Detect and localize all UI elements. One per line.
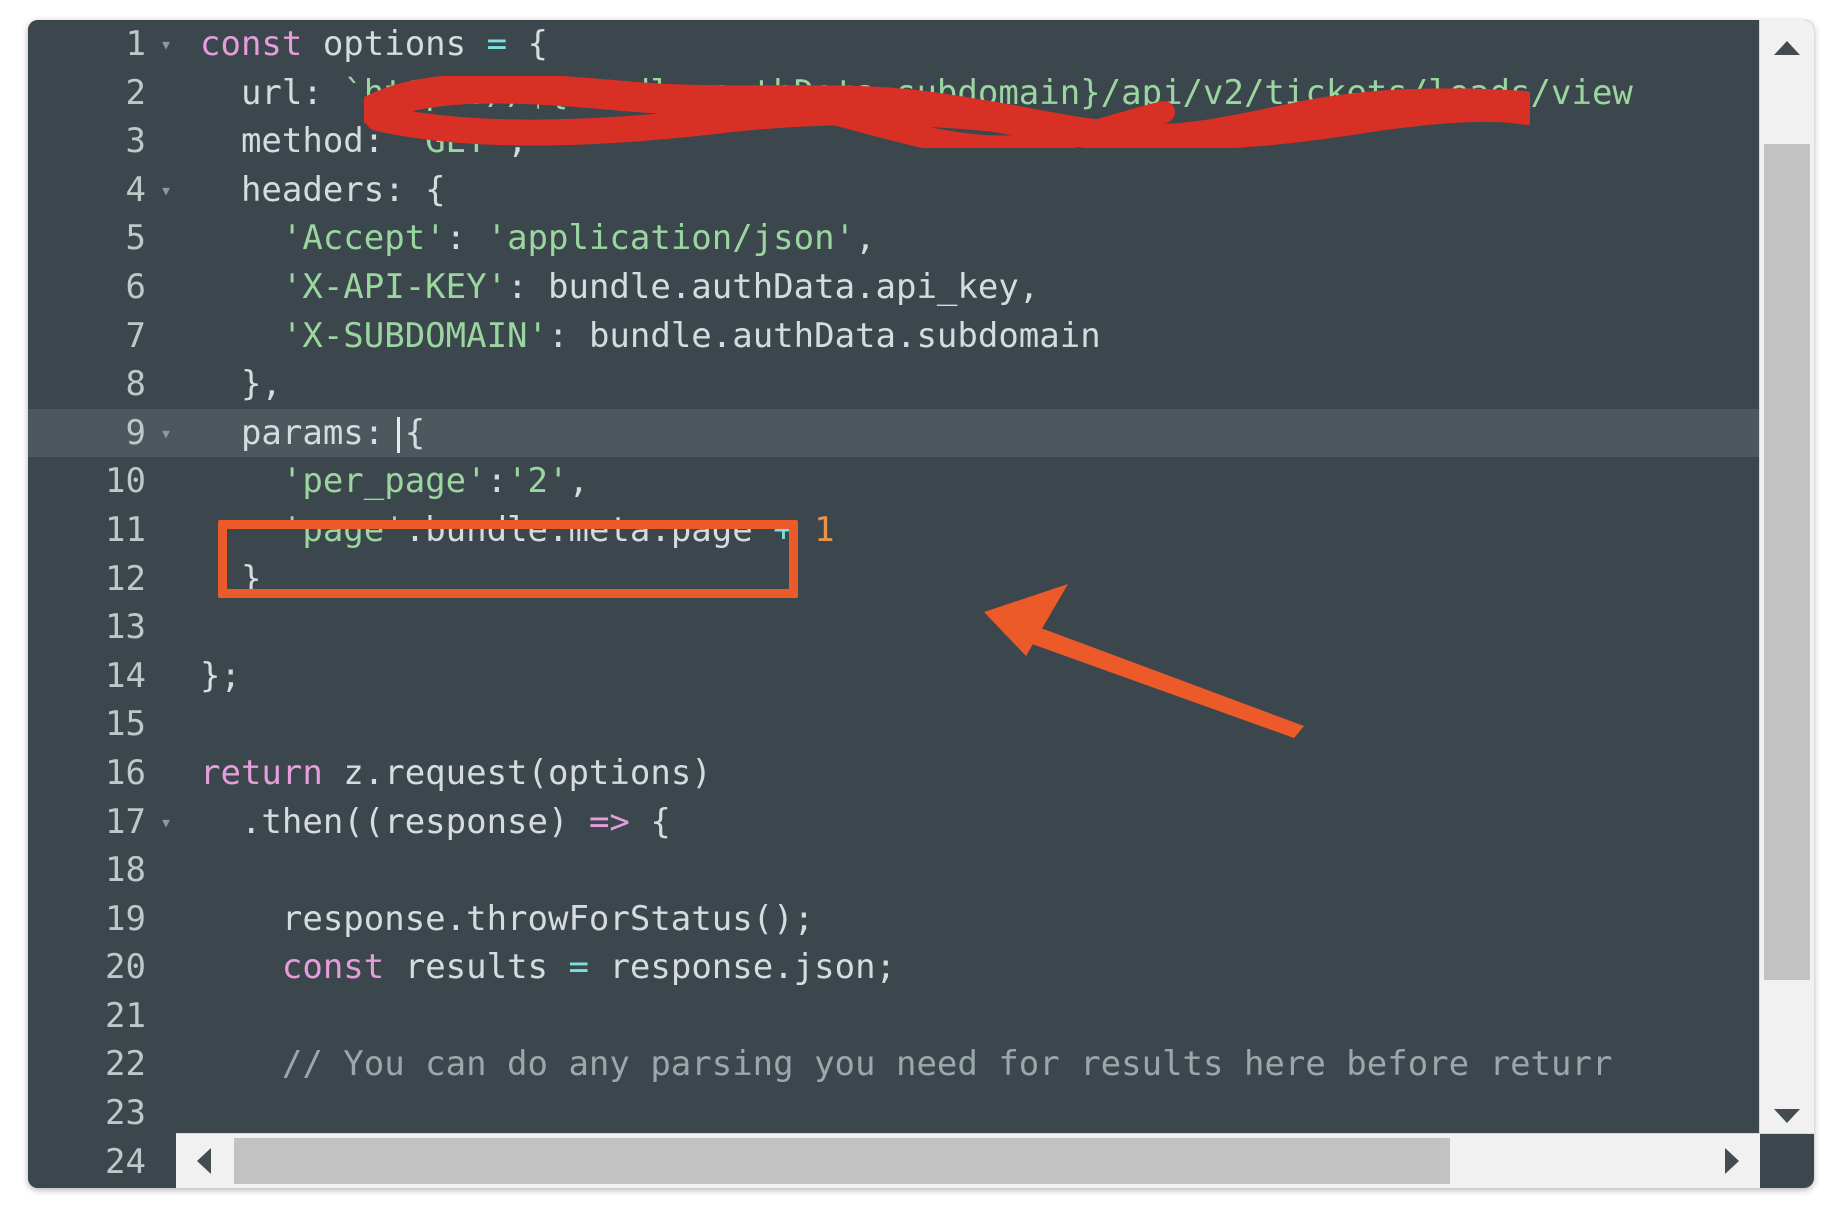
code-line-text-2: url: `https://${bundle.authData.subdomai… [200,72,1633,113]
line-number-20: 20 [105,947,146,988]
code-surface[interactable]: 1 ▾ const options = {2 url: `https://${bun… [28,20,1814,1188]
code-line-20[interactable]: 20 const results = response.json; [28,943,1814,992]
line-number-6: 6 [125,266,146,307]
line-number-8: 8 [125,364,146,405]
code-fold-toggle-icon[interactable]: ▾ [154,166,178,215]
line-number-5: 5 [125,218,146,259]
code-line-11[interactable]: 11 'page':bundle.meta.page + 1 [28,506,1814,555]
code-line-3[interactable]: 3 method: 'GET', [28,117,1814,166]
screenshot-root: 1 ▾ const options = {2 url: `https://${bun… [0,0,1842,1210]
horizontal-scrollbar[interactable] [176,1133,1814,1188]
code-line-text-11: 'page':bundle.meta.page + 1 [281,509,835,550]
line-number-23: 23 [105,1093,146,1134]
line-number-19: 19 [105,898,146,939]
code-line-text-6: 'X-API-KEY': bundle.authData.api_key, [281,266,1040,307]
code-line-text-16: return z.request(options) [200,752,712,793]
line-number-21: 21 [105,995,146,1036]
code-line-text-3: method: 'GET', [200,121,528,162]
code-line-text-8: }, [200,364,282,405]
code-line-text-4: headers: { [200,169,446,210]
scroll-left-arrow-icon[interactable] [176,1134,232,1188]
scroll-up-arrow-icon[interactable] [1760,20,1814,76]
line-number-13: 13 [105,607,146,648]
line-number-12: 12 [105,558,146,599]
code-line-18[interactable]: 18 [28,846,1814,895]
code-line-2[interactable]: 2 url: `https://${bundle.authData.subdom… [28,69,1814,118]
code-line-9[interactable]: 9 ▾ params: { [28,408,1814,458]
line-number-1: 1 [125,24,146,64]
scrollbar-corner [1760,1134,1814,1188]
code-line-15[interactable]: 15 [28,700,1814,749]
line-number-22: 22 [105,1044,146,1085]
code-fold-toggle-icon[interactable]: ▾ [154,409,178,458]
line-number-14: 14 [105,655,146,696]
code-line-text-22: // You can do any parsing you need for r… [200,1044,1613,1085]
line-number-4: 4 [125,169,146,210]
text-cursor [397,416,400,453]
code-line-10[interactable]: 10 'per_page':'2', [28,457,1814,506]
code-line-text-12: } [200,558,262,599]
line-number-11: 11 [105,509,146,550]
line-number-18: 18 [105,850,146,891]
code-line-4[interactable]: 4 ▾ headers: { [28,166,1814,215]
code-line-text-9: params: { [200,412,426,453]
code-line-text-17: .then((response) => { [200,801,671,842]
line-number-17: 17 [105,801,146,842]
line-number-2: 2 [125,72,146,113]
line-number-7: 7 [125,315,146,356]
code-line-6[interactable]: 6 'X-API-KEY': bundle.authData.api_key, [28,263,1814,312]
code-line-text-1: const options = { [200,24,549,64]
line-number-15: 15 [105,704,146,745]
code-line-21[interactable]: 21 [28,992,1814,1041]
code-line-text-5: 'Accept': 'application/json', [281,218,876,259]
code-line-text-7: 'X-SUBDOMAIN': bundle.authData.subdomain [281,315,1101,356]
code-line-23[interactable]: 23 [28,1089,1814,1138]
code-line-text-20: const results = response.json; [281,947,897,988]
code-line-13[interactable]: 13 [28,603,1814,652]
line-number-10: 10 [105,461,146,502]
scroll-right-arrow-icon[interactable] [1704,1134,1760,1188]
code-line-19[interactable]: 19 response.throwForStatus(); [28,895,1814,944]
code-fold-toggle-icon[interactable]: ▾ [154,20,178,69]
code-line-14[interactable]: 14}; [28,652,1814,701]
vertical-scrollbar[interactable] [1759,20,1814,1144]
line-number-9: 9 [125,412,146,453]
line-number-16: 16 [105,752,146,793]
code-editor-panel[interactable]: 1 ▾ const options = {2 url: `https://${bun… [28,20,1814,1188]
code-line-17[interactable]: 17 ▾ .then((response) => { [28,798,1814,847]
code-line-8[interactable]: 8 }, [28,360,1814,409]
code-line-1[interactable]: 1 ▾ const options = { [28,20,1814,69]
code-line-5[interactable]: 5 'Accept': 'application/json', [28,214,1814,263]
code-line-text-10: 'per_page':'2', [281,461,589,502]
line-number-24: 24 [105,1141,146,1182]
code-line-text-14: }; [200,655,241,696]
horizontal-scrollbar-thumb[interactable] [234,1138,1450,1184]
code-line-12[interactable]: 12 } [28,555,1814,604]
code-line-7[interactable]: 7 'X-SUBDOMAIN': bundle.authData.subdoma… [28,312,1814,361]
code-line-22[interactable]: 22 // You can do any parsing you need fo… [28,1040,1814,1089]
line-number-3: 3 [125,121,146,162]
vertical-scrollbar-thumb[interactable] [1764,144,1810,980]
code-line-16[interactable]: 16 return z.request(options) [28,749,1814,798]
code-line-text-19: response.throwForStatus(); [200,898,815,939]
code-fold-toggle-icon[interactable]: ▾ [154,798,178,847]
